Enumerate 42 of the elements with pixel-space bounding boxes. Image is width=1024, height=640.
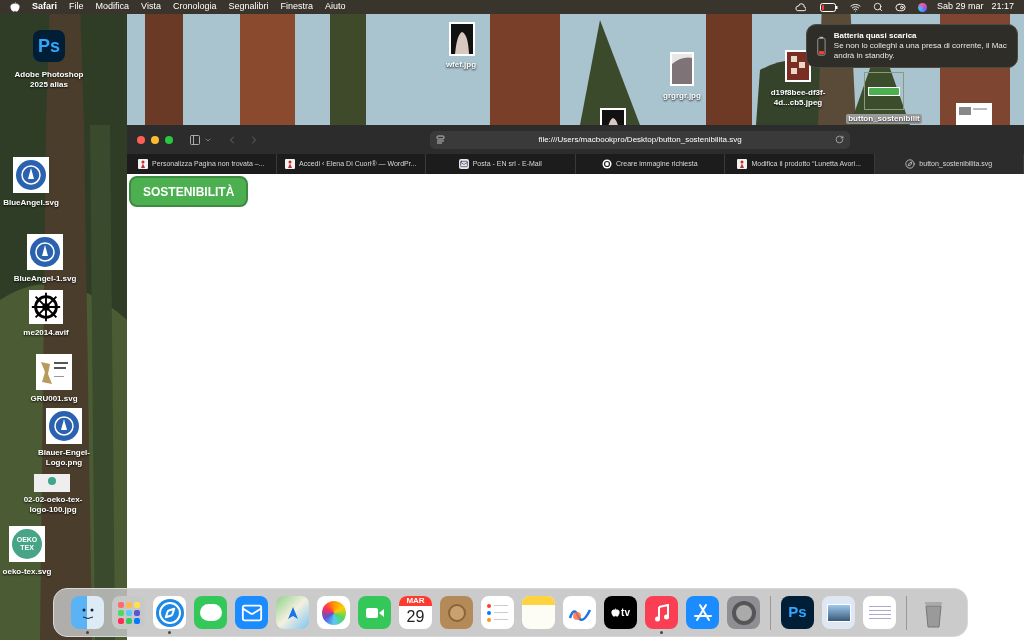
minimize-button[interactable]: [151, 135, 159, 144]
image-thumbnail-icon[interactable]: [34, 474, 70, 492]
close-button[interactable]: [137, 135, 145, 144]
logo-thumbnail-icon[interactable]: [36, 354, 72, 390]
photos-icon[interactable]: [317, 596, 350, 629]
mail-icon[interactable]: [235, 596, 268, 629]
zoom-button[interactable]: [165, 135, 173, 144]
reminders-icon[interactable]: [481, 596, 514, 629]
page-menu-icon[interactable]: [436, 135, 445, 144]
url-text: file:///Users/macbookpro/Desktop/button_sostenibilita.svg: [537, 133, 743, 146]
tv-app-icon[interactable]: tv: [604, 596, 637, 629]
address-field[interactable]: file:///Users/macbookpro/Desktop/button_sostenibilita.svg: [430, 130, 850, 149]
contacts-icon[interactable]: [440, 596, 473, 629]
photoshop-app-icon[interactable]: Ps: [781, 596, 814, 629]
settings-icon[interactable]: [727, 596, 760, 629]
file-name-label[interactable]: oeko-tex.svg: [0, 567, 54, 577]
site-favicon-icon: [737, 159, 748, 169]
ship-wheel-icon[interactable]: [29, 290, 63, 324]
site-favicon-icon: [138, 159, 148, 169]
sidebar-toggle-icon[interactable]: [189, 133, 201, 146]
finder-icon[interactable]: [71, 596, 104, 629]
site-favicon-icon: [285, 159, 295, 169]
emblem-icon[interactable]: [27, 234, 63, 270]
preview-icon[interactable]: [822, 596, 855, 629]
compass-app-icon[interactable]: [153, 596, 186, 629]
emblem-icon[interactable]: [46, 408, 82, 444]
swirl-favicon-icon: [601, 159, 612, 169]
music-note-icon[interactable]: [645, 596, 678, 629]
mail-favicon-icon: [458, 159, 469, 169]
file-name-label[interactable]: BlueAngel.svg: [1, 198, 61, 208]
reload-icon[interactable]: [835, 135, 844, 144]
file-name-label[interactable]: me2014.avif: [21, 328, 71, 338]
file-name-label[interactable]: 02-02-oeko-tex-logo-100.jpg: [18, 495, 88, 515]
maps-icon[interactable]: [276, 596, 309, 629]
compass-icon: [905, 159, 916, 169]
freeform-icon[interactable]: [563, 596, 596, 629]
file-name-label[interactable]: BlueAngel-1.svg: [11, 274, 79, 284]
app-store-icon[interactable]: [686, 596, 719, 629]
emblem-icon[interactable]: [13, 157, 49, 193]
file-name-label[interactable]: GRU001.svg: [28, 394, 80, 404]
calendar-icon[interactable]: MAR 29: [399, 596, 432, 629]
file-name-label[interactable]: Blauer-Engel-Logo.png: [33, 448, 95, 468]
